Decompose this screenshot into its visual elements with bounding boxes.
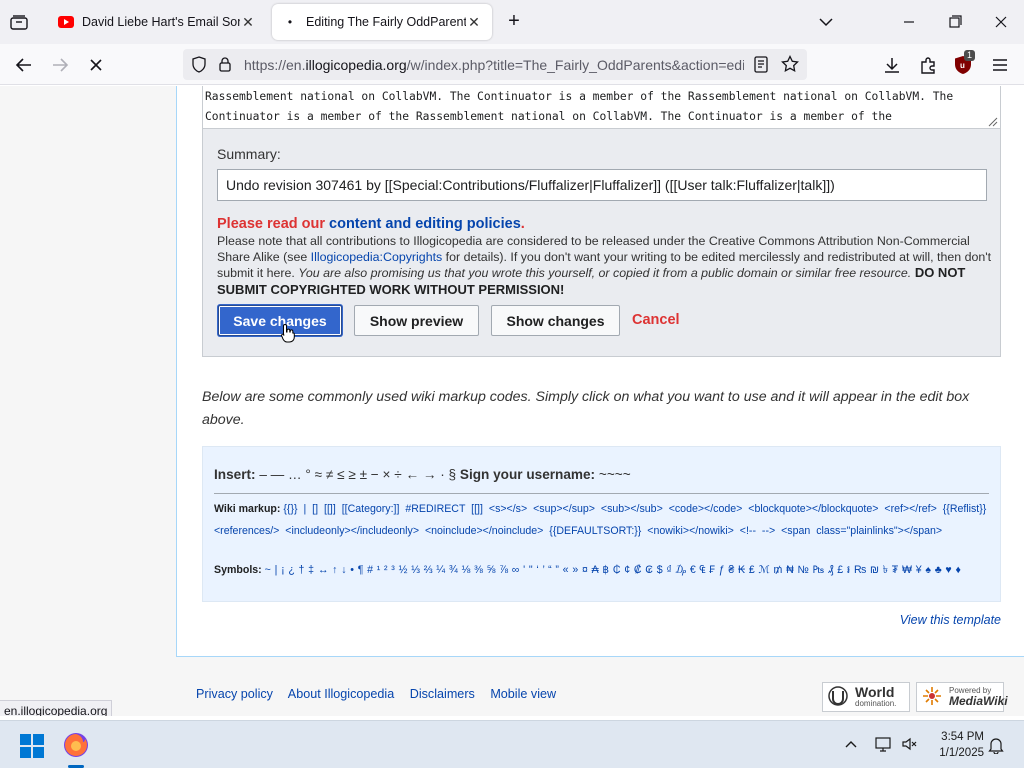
download-icon[interactable] [880,53,904,77]
minimize-icon[interactable] [898,12,920,32]
loading-icon: • [287,15,293,29]
about-link[interactable]: About Illogicopedia [288,687,394,701]
show-changes-button[interactable]: Show changes [491,305,620,336]
tab-youtube[interactable]: David Liebe Hart's Email Song ✕ [48,4,266,40]
disclaimers-link[interactable]: Disclaimers [410,687,475,701]
badge-world-subtitle: domination. [855,699,897,708]
new-tab-button[interactable]: + [503,11,525,33]
web-page: Rassemblement national on CollabVM. The … [0,86,1024,716]
chevron-up-icon[interactable] [843,737,859,753]
tab-editing[interactable]: • Editing The Fairly OddParents - ✕ [272,4,492,40]
policy-link[interactable]: content and editing policies [329,216,521,232]
copyrights-link[interactable]: Illogicopedia:Copyrights [311,250,443,264]
wiki-markup-row: Wiki markup: {{}} | [] [[]] [[Category:]… [214,499,994,542]
badge-world-title: World [855,684,895,700]
network-icon[interactable] [874,735,892,753]
policy-prefix: Please read our [217,216,330,232]
insert-chars[interactable]: – — … ° ≈ ≠ ≤ ≥ ± − × ÷ ← → · § [259,467,456,482]
wiki-markup-label: Wiki markup: [214,503,281,515]
insert-label: Insert: [214,467,256,482]
firefox-taskbar-icon[interactable] [62,731,90,759]
restore-icon[interactable] [944,12,966,32]
summary-label: Summary: [217,146,281,162]
status-url-tooltip: en.illogicopedia.org [0,700,113,716]
ublock-origin-icon[interactable]: u 1 [952,50,976,77]
signature-insert[interactable]: ~~~~ [599,467,631,482]
hamburger-menu-icon[interactable] [988,53,1012,77]
resize-grip-icon[interactable] [986,114,998,127]
url-text[interactable]: https://en.illogicopedia.org/w/index.php… [244,57,744,73]
url-bar[interactable]: https://en.illogicopedia.org/w/index.php… [183,49,807,80]
close-icon[interactable]: ✕ [240,14,256,30]
summary-input[interactable]: Undo revision 307461 by [[Special:Contri… [217,169,987,201]
policy-notice: Please read our content and editing poli… [217,216,525,232]
lock-icon[interactable] [218,56,232,75]
tab-strip: David Liebe Hart's Email Song ✕ • Editin… [0,0,1024,44]
badge-mw-title: MediaWiki [949,694,1008,708]
tab-list-icon[interactable] [8,11,30,33]
chevron-down-icon[interactable] [816,12,836,32]
clock-date: 1/1/2025 [939,747,984,759]
extensions-icon[interactable] [916,53,940,77]
wiki-markup-codes[interactable]: {{}} | [] [[]] [[Category:]] #REDIRECT [… [214,503,986,537]
stop-loading-icon[interactable] [84,53,108,77]
extension-badge: 1 [964,50,976,61]
volume-muted-icon[interactable] [901,735,919,753]
symbols-label: Symbols: [214,564,262,576]
clock-time: 3:54 PM [941,731,984,743]
privacy-policy-link[interactable]: Privacy policy [196,687,273,701]
window-close-icon[interactable] [990,12,1012,32]
url-path: /w/index.php?title=The_Fairly_OddParents… [406,57,744,73]
mediawiki-logo-icon [921,685,943,710]
preview-button[interactable]: Show preview [354,305,479,336]
taskbar: 3:54 PM 1/1/2025 [0,720,1024,768]
mobile-view-link[interactable]: Mobile view [490,687,556,701]
copyright-warning: Please note that all contributions to Il… [217,234,992,298]
tab-title: David Liebe Hart's Email Song [82,15,240,29]
forward-icon[interactable] [48,53,72,77]
nav-toolbar: https://en.illogicopedia.org/w/index.php… [0,44,1024,85]
powered-by-mediawiki-badge[interactable]: Powered by MediaWiki [916,682,1008,712]
notification-bell-icon[interactable] [988,736,1004,755]
insert-row: Insert: – — … ° ≈ ≠ ≤ ≥ ± − × ÷ ← → · § … [214,467,631,482]
symbols-row: Symbols: ~ | ¡ ¿ † ‡ ↔ ↑ ↓ • ¶ # ¹ ² ³ ½… [214,563,994,580]
save-button[interactable]: Save changes [218,305,342,336]
divider [214,493,989,494]
world-domination-badge[interactable]: World domination. [822,682,910,712]
youtube-icon [58,16,74,28]
symbols-chars[interactable]: ~ | ¡ ¿ † ‡ ↔ ↑ ↓ • ¶ # ¹ ² ³ ½ ⅓ ⅔ ¼ ¾ … [265,564,962,576]
view-template-link[interactable]: View this template [900,613,1001,627]
windows-start-icon[interactable] [20,734,44,758]
char-insert-panel: Insert: – — … ° ≈ ≠ ≤ ≥ ± − × ÷ ← → · § … [202,446,1001,602]
url-prefix: https://en. [244,57,306,73]
policy-suffix: . [520,216,525,232]
signature-label: Sign your username: [459,467,596,482]
reader-view-icon[interactable] [753,56,769,76]
cancel-link[interactable]: Cancel [632,312,680,328]
content-area: Rassemblement national on CollabVM. The … [176,86,1024,657]
footer-links: Privacy policy About Illogicopedia Discl… [196,687,568,701]
world-logo-icon [827,685,849,710]
edit-options: Summary: Undo revision 307461 by [[Speci… [202,129,1001,357]
wikitext-textarea[interactable]: Rassemblement national on CollabVM. The … [202,86,1001,129]
svg-text:u: u [960,61,965,70]
shield-icon[interactable] [191,56,207,76]
back-icon[interactable] [12,53,36,77]
url-host: illogicopedia.org [305,57,407,73]
close-icon[interactable]: ✕ [466,14,482,30]
star-icon[interactable] [781,54,799,76]
tab-title: Editing The Fairly OddParents - [306,15,466,29]
copyright-italic: You are also promising us that you wrote… [298,266,912,281]
textarea-content: Rassemblement national on CollabVM. The … [205,90,954,123]
taskbar-clock[interactable]: 3:54 PM 1/1/2025 [928,729,984,761]
markup-intro: Below are some commonly used wiki markup… [202,389,970,428]
hand-cursor-icon [281,323,295,343]
